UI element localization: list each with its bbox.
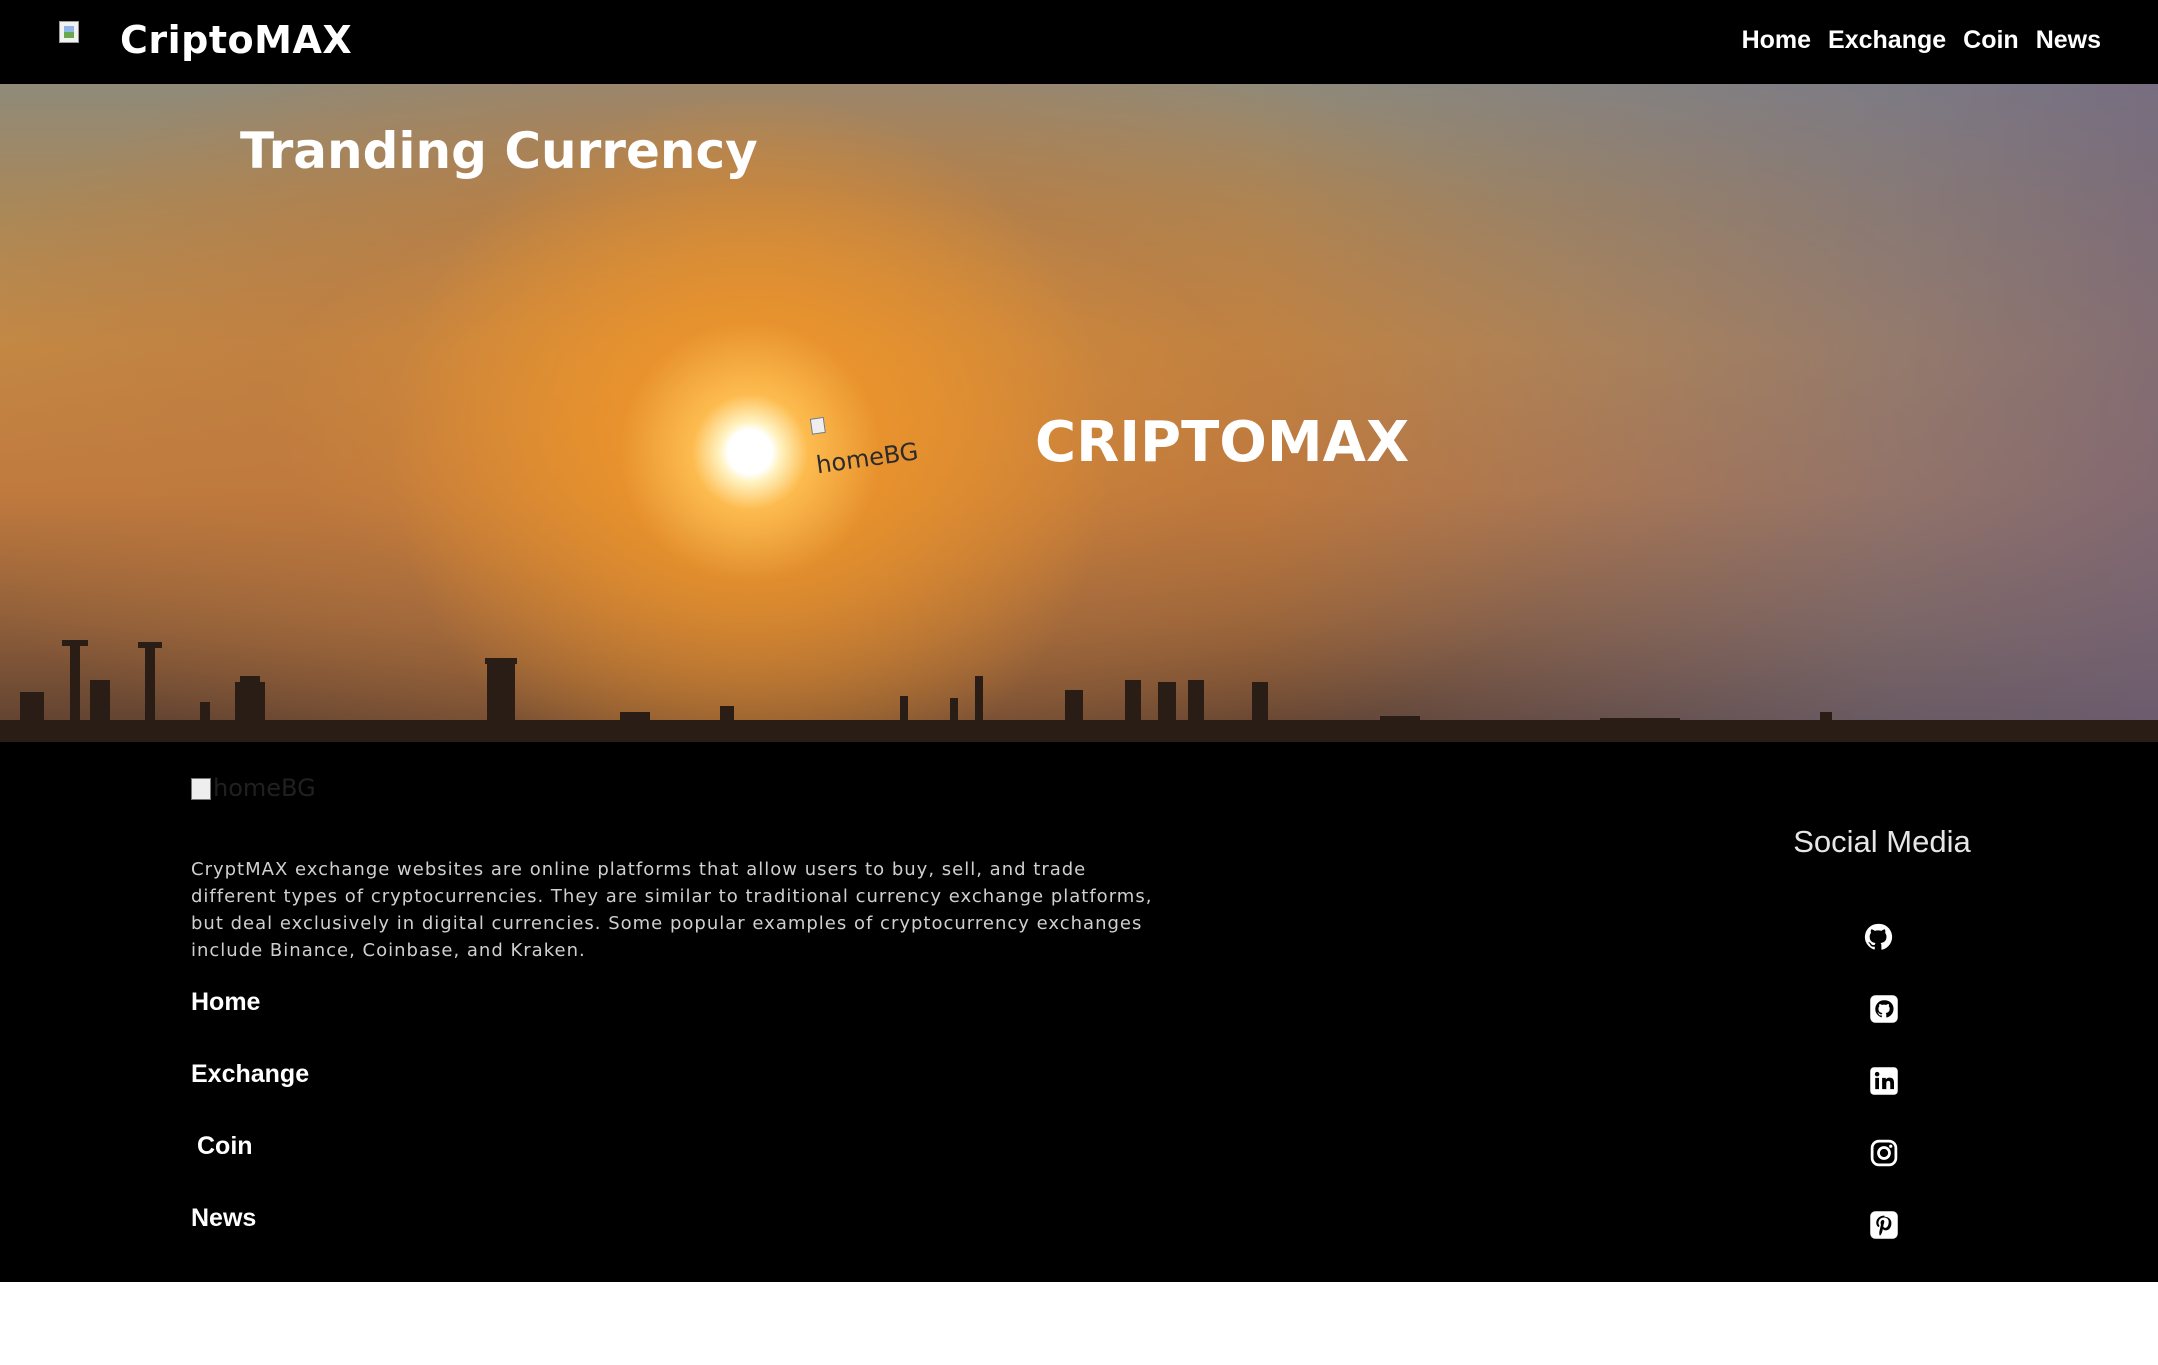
hero-brand: CRIPTOMAX xyxy=(1035,410,1410,475)
linkedin-icon[interactable] xyxy=(1869,1066,1899,1096)
broken-image-icon xyxy=(59,21,87,49)
hero-image-alt-text: homeBG xyxy=(814,437,920,480)
footer-link-exchange[interactable]: Exchange xyxy=(191,1060,309,1132)
harbor-skyline-silhouette xyxy=(0,640,2158,742)
footer-description: CryptMAX exchange websites are online pl… xyxy=(191,859,1153,961)
footer-link-home[interactable]: Home xyxy=(191,988,309,1060)
github-icon[interactable] xyxy=(1863,922,1893,952)
hero-banner: Tranding Currency homeBG CRIPTOMAX xyxy=(0,84,2158,742)
brand-name[interactable]: CriptoMAX xyxy=(120,18,352,62)
social-media: Social Media xyxy=(1780,824,1984,1239)
navbar: CriptoMAX Home Exchange Coin News xyxy=(0,0,2158,84)
instagram-icon[interactable] xyxy=(1869,1138,1899,1168)
broken-image-icon xyxy=(809,416,826,435)
broken-image-icon xyxy=(191,778,211,800)
nav-links: Home Exchange Coin News xyxy=(1742,26,2101,55)
footer-link-coin[interactable]: Coin xyxy=(191,1132,309,1204)
hero-title: Tranding Currency xyxy=(240,122,758,180)
nav-link-exchange[interactable]: Exchange xyxy=(1828,26,1946,55)
footer: homeBG CryptMAX exchange websites are on… xyxy=(0,742,2158,1282)
footer-link-news[interactable]: News xyxy=(191,1204,309,1276)
nav-link-coin[interactable]: Coin xyxy=(1963,26,2019,55)
pinterest-icon[interactable] xyxy=(1869,1210,1899,1240)
hero-image-broken: homeBG xyxy=(808,391,928,486)
social-icons xyxy=(1780,824,1984,1239)
github-square-icon[interactable] xyxy=(1869,994,1899,1024)
footer-logo-alt-text: homeBG xyxy=(213,774,316,802)
footer-links: Home Exchange Coin News xyxy=(191,988,309,1276)
nav-link-home[interactable]: Home xyxy=(1742,26,1811,55)
footer-logo-broken: homeBG xyxy=(191,774,316,802)
nav-link-news[interactable]: News xyxy=(2036,26,2101,55)
